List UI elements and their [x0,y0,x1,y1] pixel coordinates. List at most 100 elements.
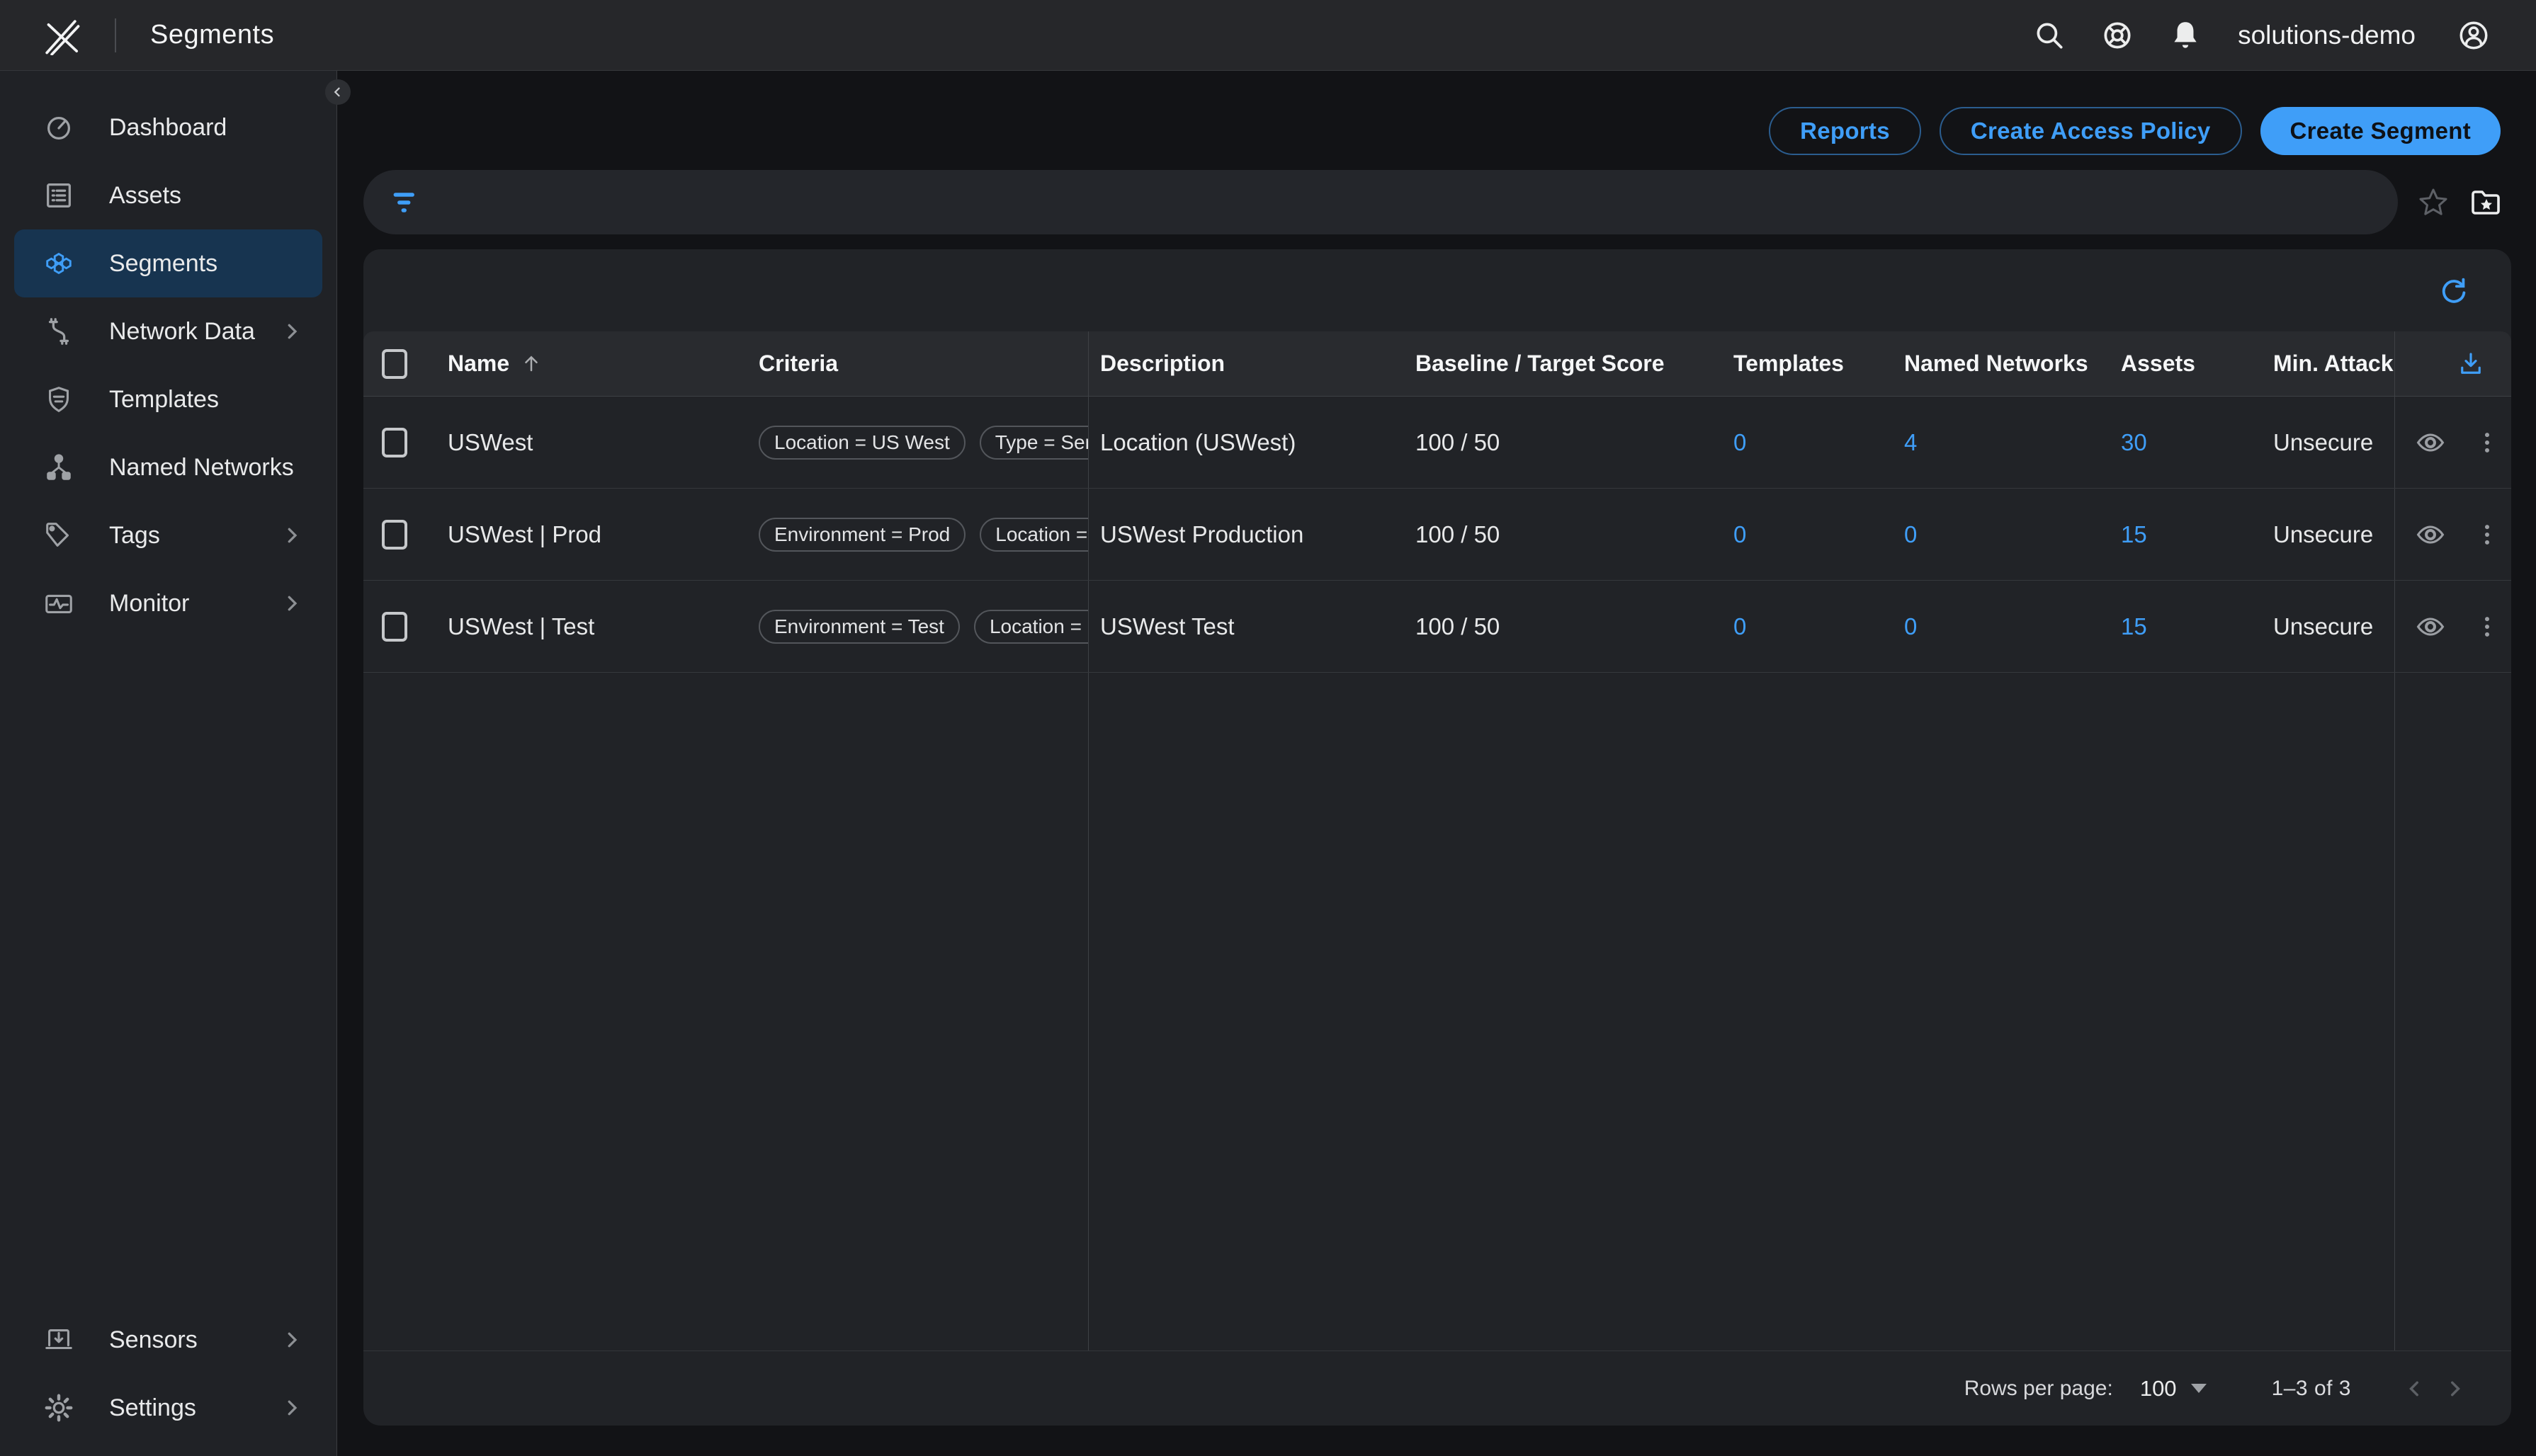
assets-count-link[interactable]: 15 [2121,521,2147,547]
chevron-right-icon [281,593,302,614]
main-content: Reports Create Access Policy Create Segm… [337,71,2536,1456]
chevron-right-icon [281,525,302,546]
sidebar-item-dashboard[interactable]: Dashboard [14,93,322,161]
segments-table-card: Name Criteria Description Baseline / Tar… [363,249,2511,1426]
dropdown-caret-icon [2191,1384,2207,1393]
named-networks-count-link[interactable]: 0 [1904,521,1917,547]
templates-icon [43,383,75,416]
column-header-min-attack-score: Min. Attack Score [2265,351,2395,377]
assets-icon [43,179,75,212]
named-networks-icon [43,451,75,484]
sidebar-item-network-data[interactable]: Network Data [14,297,322,365]
segment-description: Location (USWest) [1089,429,1411,456]
table-row[interactable]: USWest | Test Environment = Test Locatio… [363,581,2511,673]
filter-row [363,170,2511,234]
topbar-divider [115,18,116,52]
tenant-name: solutions-demo [2238,21,2416,50]
sidebar-item-settings[interactable]: Settings [14,1374,322,1442]
refresh-icon[interactable] [2438,271,2477,310]
favorite-star-icon[interactable] [2412,181,2455,224]
account-icon[interactable] [2440,10,2508,61]
column-header-assets: Assets [2119,351,2265,377]
column-header-name[interactable]: Name [426,351,759,377]
assets-count-link[interactable]: 15 [2121,613,2147,639]
sidebar-item-templates[interactable]: Templates [14,365,322,433]
view-eye-icon[interactable] [2415,519,2446,550]
table-row[interactable]: USWest | Prod Environment = Prod Locatio… [363,489,2511,581]
row-menu-kebab-icon[interactable] [2473,521,2501,549]
download-icon[interactable] [2456,349,2486,379]
table-empty-area [363,673,2511,1350]
next-page-icon[interactable] [2435,1369,2474,1409]
page-actions: Reports Create Access Policy Create Segm… [363,107,2511,155]
sidebar-spacer [0,637,336,1306]
named-networks-count-link[interactable]: 4 [1904,429,1917,455]
criteria-chip: Location = US West [974,610,1088,644]
view-eye-icon[interactable] [2415,427,2446,458]
min-attack-score: Unsecure [2265,521,2395,548]
criteria-chip: Type = Server [980,426,1088,460]
sidebar-item-assets[interactable]: Assets [14,161,322,229]
saved-filters-folder-icon[interactable] [2464,181,2507,224]
sidebar-collapse-button[interactable] [325,79,351,105]
rows-per-page-label: Rows per page: [1964,1377,2113,1401]
notifications-icon[interactable] [2151,10,2219,61]
segment-name: USWest | Prod [448,521,601,548]
sidebar-item-sensors[interactable]: Sensors [14,1306,322,1374]
topbar: Segments solutions-demo [0,0,2536,71]
min-attack-score: Unsecure [2265,613,2395,640]
chevron-right-icon [281,321,302,342]
select-all-checkbox[interactable] [363,349,426,379]
help-icon[interactable] [2083,10,2151,61]
table-pagination: Rows per page: 100 1–3 of 3 [363,1350,2511,1426]
reports-button[interactable]: Reports [1769,107,1921,155]
row-checkbox[interactable] [363,520,426,550]
row-menu-kebab-icon[interactable] [2473,613,2501,641]
criteria-chip: Environment = Test [759,610,960,644]
sort-ascending-icon [521,353,542,375]
templates-count-link[interactable]: 0 [1733,429,1746,455]
named-networks-count-link[interactable]: 0 [1904,613,1917,639]
column-header-criteria: Criteria [759,351,1088,377]
sidebar-item-tags[interactable]: Tags [14,501,322,569]
segment-name: USWest | Test [448,613,594,640]
create-segment-button[interactable]: Create Segment [2260,107,2501,155]
chevron-right-icon [281,1397,302,1418]
filter-bar[interactable] [363,170,2398,234]
previous-page-icon[interactable] [2395,1369,2435,1409]
templates-count-link[interactable]: 0 [1733,521,1746,547]
sensors-icon [43,1324,75,1356]
row-checkbox[interactable] [363,612,426,642]
sidebar-item-named-networks[interactable]: Named Networks [14,433,322,501]
rows-per-page-select[interactable]: 100 [2140,1376,2207,1401]
filter-icon [390,187,421,218]
settings-gear-icon [43,1392,75,1424]
column-header-templates: Templates [1725,351,1894,377]
dashboard-icon [43,111,75,144]
table-toolbar [363,249,2511,331]
sidebar-item-monitor[interactable]: Monitor [14,569,322,637]
criteria-chip: Environment = Prod [759,518,966,552]
app-logo-icon[interactable] [41,16,81,55]
tags-icon [43,519,75,552]
view-eye-icon[interactable] [2415,611,2446,642]
pagination-range: 1–3 of 3 [2272,1377,2351,1401]
sidebar-item-segments[interactable]: Segments [14,229,322,297]
segment-name: USWest [448,429,533,456]
create-access-policy-button[interactable]: Create Access Policy [1940,107,2242,155]
row-checkbox[interactable] [363,428,426,457]
baseline-target-score: 100 / 50 [1411,613,1725,640]
templates-count-link[interactable]: 0 [1733,613,1746,639]
assets-count-link[interactable]: 30 [2121,429,2147,455]
baseline-target-score: 100 / 50 [1411,429,1725,456]
criteria-chip: Location = US West [759,426,966,460]
row-menu-kebab-icon[interactable] [2473,428,2501,457]
sidebar: Dashboard Assets Segments [0,71,337,1456]
table-row[interactable]: USWest Location = US West Type = Server … [363,397,2511,489]
page-title: Segments [150,20,274,50]
column-header-baseline: Baseline / Target Score [1411,351,1725,377]
baseline-target-score: 100 / 50 [1411,521,1725,548]
search-icon[interactable] [2015,10,2083,61]
column-header-description: Description [1089,351,1411,377]
criteria-chip: Location = US West [980,518,1088,552]
